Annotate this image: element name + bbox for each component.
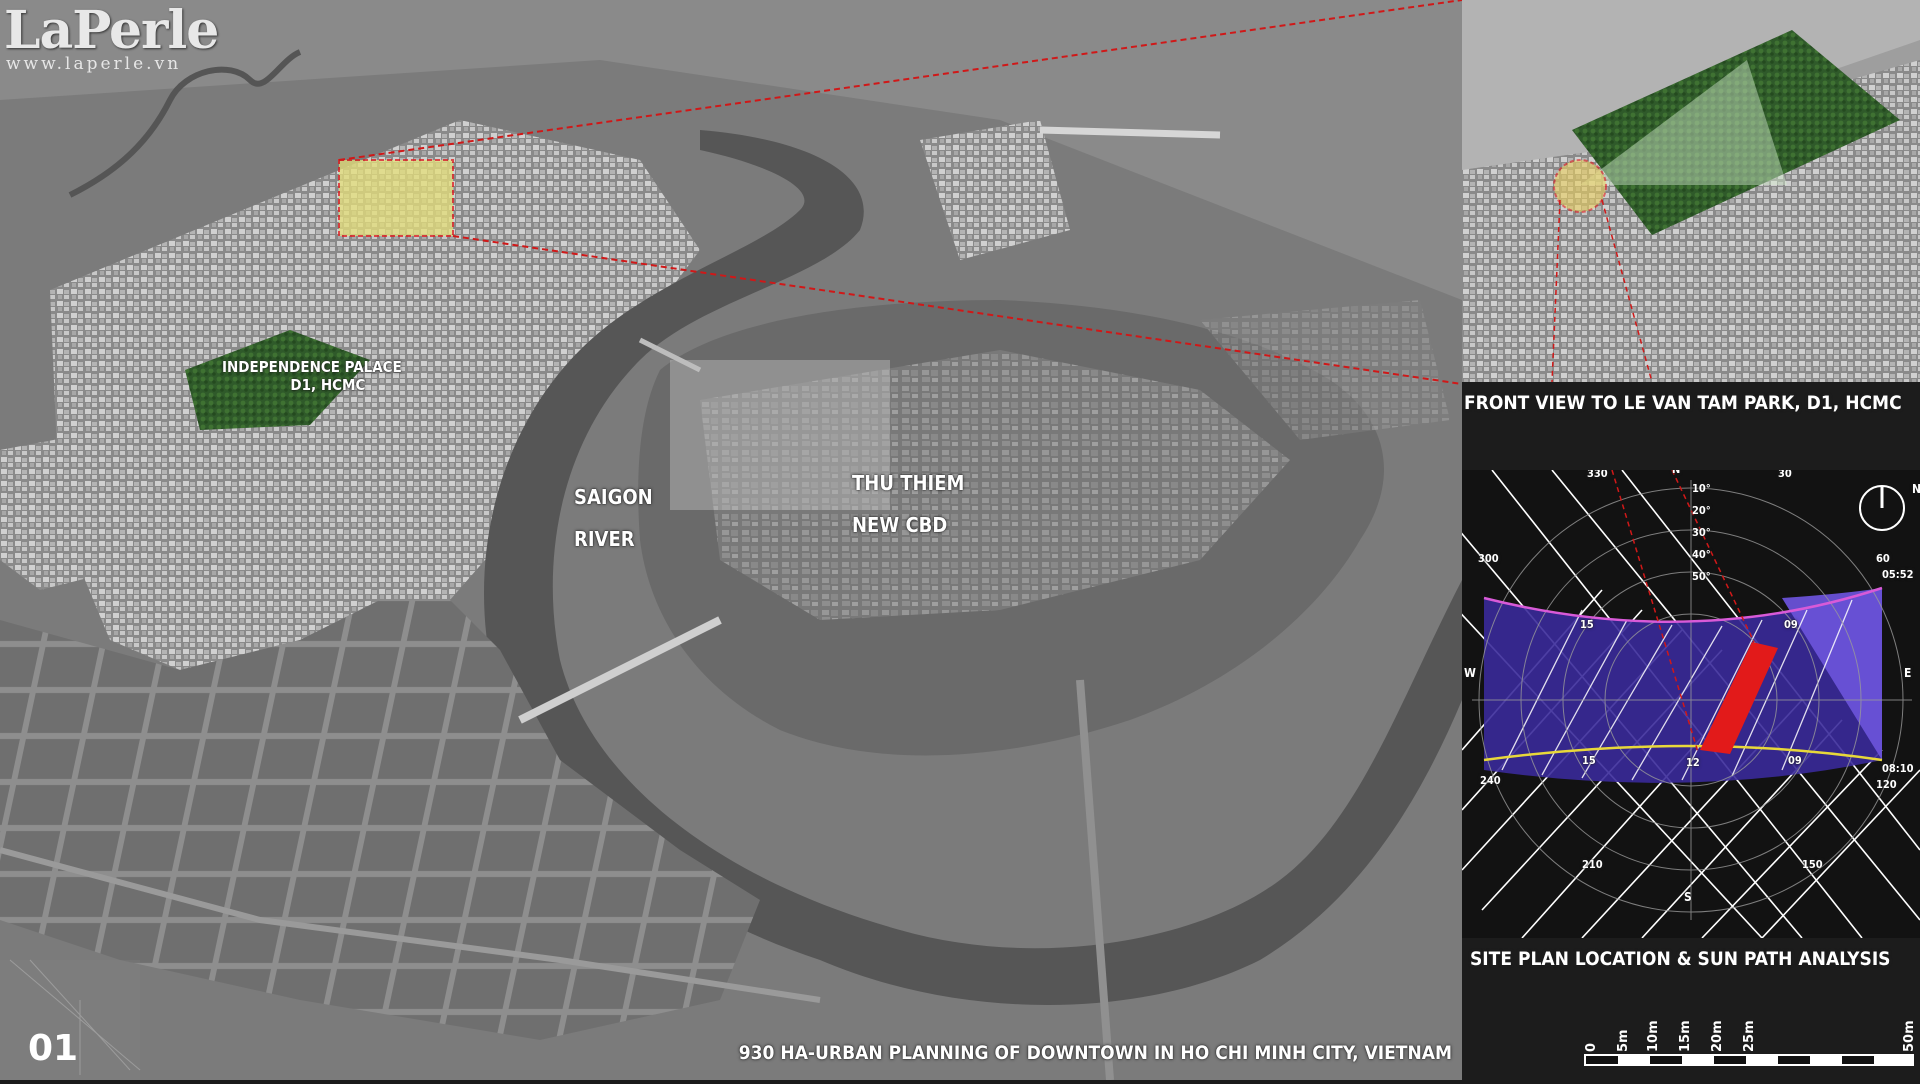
summer-hour-09: 09	[1784, 618, 1798, 631]
altitude-40: 40°	[1692, 548, 1711, 561]
saigon-river-label: SAIGON RIVER	[574, 476, 653, 560]
brand-logo: LaPerle	[4, 0, 219, 61]
altitude-50: 50°	[1692, 570, 1711, 583]
altitude-10: 10°	[1692, 482, 1711, 495]
compass-south-label: S	[1684, 890, 1692, 904]
azimuth-30: 30	[1778, 470, 1792, 480]
summer-hour-15: 15	[1580, 618, 1594, 631]
independence-label-line2: D1, HCMC	[290, 376, 366, 394]
azimuth-300: 300	[1478, 552, 1499, 565]
azimuth-150: 150	[1802, 858, 1823, 871]
azimuth-60: 60	[1876, 552, 1890, 565]
altitude-30: 30°	[1692, 526, 1711, 539]
independence-label-line1: INDEPENDENCE PALACE	[222, 358, 402, 376]
winter-hour-12: 12	[1686, 756, 1700, 769]
scale-label-25m: 25m	[1742, 1020, 1757, 1052]
compass-north-label: N	[1912, 482, 1920, 496]
scale-label-15m: 15m	[1678, 1020, 1693, 1052]
front-view-graphic	[1462, 0, 1920, 382]
independence-palace-label: INDEPENDENCE PALACE D1, HCMC	[222, 358, 402, 394]
scale-label-10m: 10m	[1646, 1020, 1661, 1052]
sun-path-caption: SITE PLAN LOCATION & SUN PATH ANALYSIS	[1470, 948, 1891, 970]
page-number: 01	[28, 1028, 79, 1069]
sun-path-diagram: N E W S N 330 30 60 120 150 210 240 300 …	[1462, 470, 1920, 938]
winter-hour-15: 15	[1582, 754, 1596, 767]
thu-thiem-label-line2: NEW CBD	[852, 513, 948, 537]
selected-zone-highlight	[338, 159, 454, 237]
brand-url: www.laperle.vn	[6, 54, 182, 74]
city-map: LaPerle www.laperle.vn INDEPENDENCE PALA…	[0, 0, 1462, 1080]
compass-east-label: E	[1904, 666, 1912, 680]
thu-thiem-label: THU THIEM NEW CBD	[852, 462, 964, 546]
city-map-graphic	[0, 0, 1462, 1080]
time-label-sunrise-winter: 08:10	[1882, 762, 1914, 775]
scale-label-20m: 20m	[1710, 1020, 1725, 1052]
thu-thiem-label-line1: THU THIEM	[852, 471, 965, 495]
scale-label-0: 0	[1584, 1042, 1599, 1052]
right-panel: FRONT VIEW TO LE VAN TAM PARK, D1, HCMC	[1462, 0, 1920, 1080]
page-title: 930 HA-URBAN PLANNING OF DOWNTOWN IN HO …	[738, 1042, 1452, 1064]
scale-bar: 0 5m 10m 15m 20m 25m 50m	[1580, 1010, 1920, 1080]
altitude-20: 20°	[1692, 504, 1711, 517]
azimuth-330: 330	[1587, 470, 1608, 480]
azimuth-north-label: N	[1672, 470, 1680, 476]
azimuth-240: 240	[1480, 774, 1501, 787]
compass-icon	[1859, 485, 1905, 531]
azimuth-120: 120	[1876, 778, 1897, 791]
viewpoint-marker	[1553, 159, 1607, 213]
compass-west-label: W	[1464, 666, 1476, 680]
time-label-sunrise-summer: 05:52	[1882, 568, 1914, 581]
front-view-caption: FRONT VIEW TO LE VAN TAM PARK, D1, HCMC	[1464, 392, 1902, 414]
winter-hour-09: 09	[1788, 754, 1802, 767]
azimuth-210: 210	[1582, 858, 1603, 871]
scale-label-5m: 5m	[1616, 1029, 1631, 1052]
scale-label-50m: 50m	[1902, 1020, 1917, 1052]
front-view-render	[1462, 0, 1920, 382]
sun-path-graphic	[1462, 470, 1920, 938]
saigon-label-line1: SAIGON	[574, 485, 653, 509]
saigon-label-line2: RIVER	[574, 527, 635, 551]
